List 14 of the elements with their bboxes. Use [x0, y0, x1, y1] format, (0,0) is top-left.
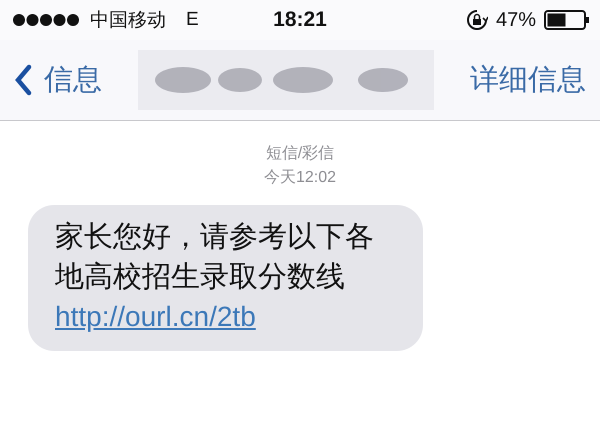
- message-link[interactable]: http://ourl.cn/2tb: [55, 297, 256, 337]
- rotation-lock-icon: [466, 9, 488, 31]
- chevron-left-icon: [14, 64, 32, 96]
- service-label: 短信/彩信: [266, 144, 334, 164]
- message-text: 家长您好，请参考以下各地高校招生录取分数线: [55, 220, 375, 295]
- battery-percent: 47%: [496, 8, 536, 32]
- carrier-name: 中国移动: [90, 9, 166, 33]
- details-button[interactable]: 详细信息: [470, 60, 586, 100]
- clock-time: 18:21: [273, 8, 327, 32]
- network-type: E: [186, 9, 199, 31]
- battery-icon: [544, 10, 590, 30]
- timestamp: 今天12:02: [264, 168, 336, 188]
- back-button[interactable]: 信息: [14, 60, 102, 100]
- signal-icon: [12, 13, 82, 27]
